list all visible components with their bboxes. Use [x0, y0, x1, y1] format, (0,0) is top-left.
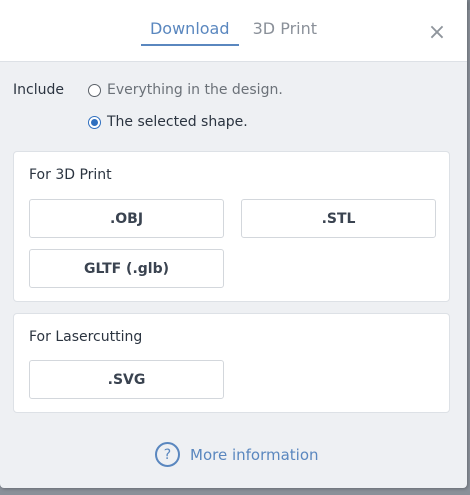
stl-button[interactable]: .STL	[241, 199, 436, 238]
radio-unchecked-icon[interactable]	[88, 83, 101, 97]
card-3d-print-title: For 3D Print	[29, 167, 112, 183]
gltf-button[interactable]: GLTF (.glb)	[29, 249, 224, 288]
radio-everything[interactable]: Everything in the design.	[88, 82, 283, 98]
tab-bar: Download 3D Print	[0, 19, 467, 46]
radio-selected-shape-label: The selected shape.	[107, 114, 248, 130]
card-lasercutting-title: For Lasercutting	[29, 329, 143, 345]
obj-button[interactable]: .OBJ	[29, 199, 224, 238]
more-information-link[interactable]: ? More information	[155, 442, 319, 467]
tab-download[interactable]: Download	[140, 19, 239, 46]
more-information-label: More information	[190, 445, 319, 464]
svg-button[interactable]: .SVG	[29, 360, 224, 399]
radio-everything-label: Everything in the design.	[107, 82, 283, 98]
question-circle-icon: ?	[155, 442, 180, 467]
card-3d-print: For 3D Print .OBJ .STL GLTF (.glb)	[13, 151, 450, 302]
radio-checked-icon[interactable]	[88, 115, 101, 129]
download-dialog: Download 3D Print × Include Everything i…	[0, 0, 467, 488]
dialog-header: Download 3D Print ×	[0, 0, 467, 62]
radio-selected-shape[interactable]: The selected shape.	[88, 114, 248, 130]
tab-3d-print[interactable]: 3D Print	[244, 19, 326, 44]
card-lasercutting: For Lasercutting .SVG	[13, 313, 450, 413]
close-icon[interactable]: ×	[427, 22, 447, 44]
include-label: Include	[13, 82, 64, 98]
